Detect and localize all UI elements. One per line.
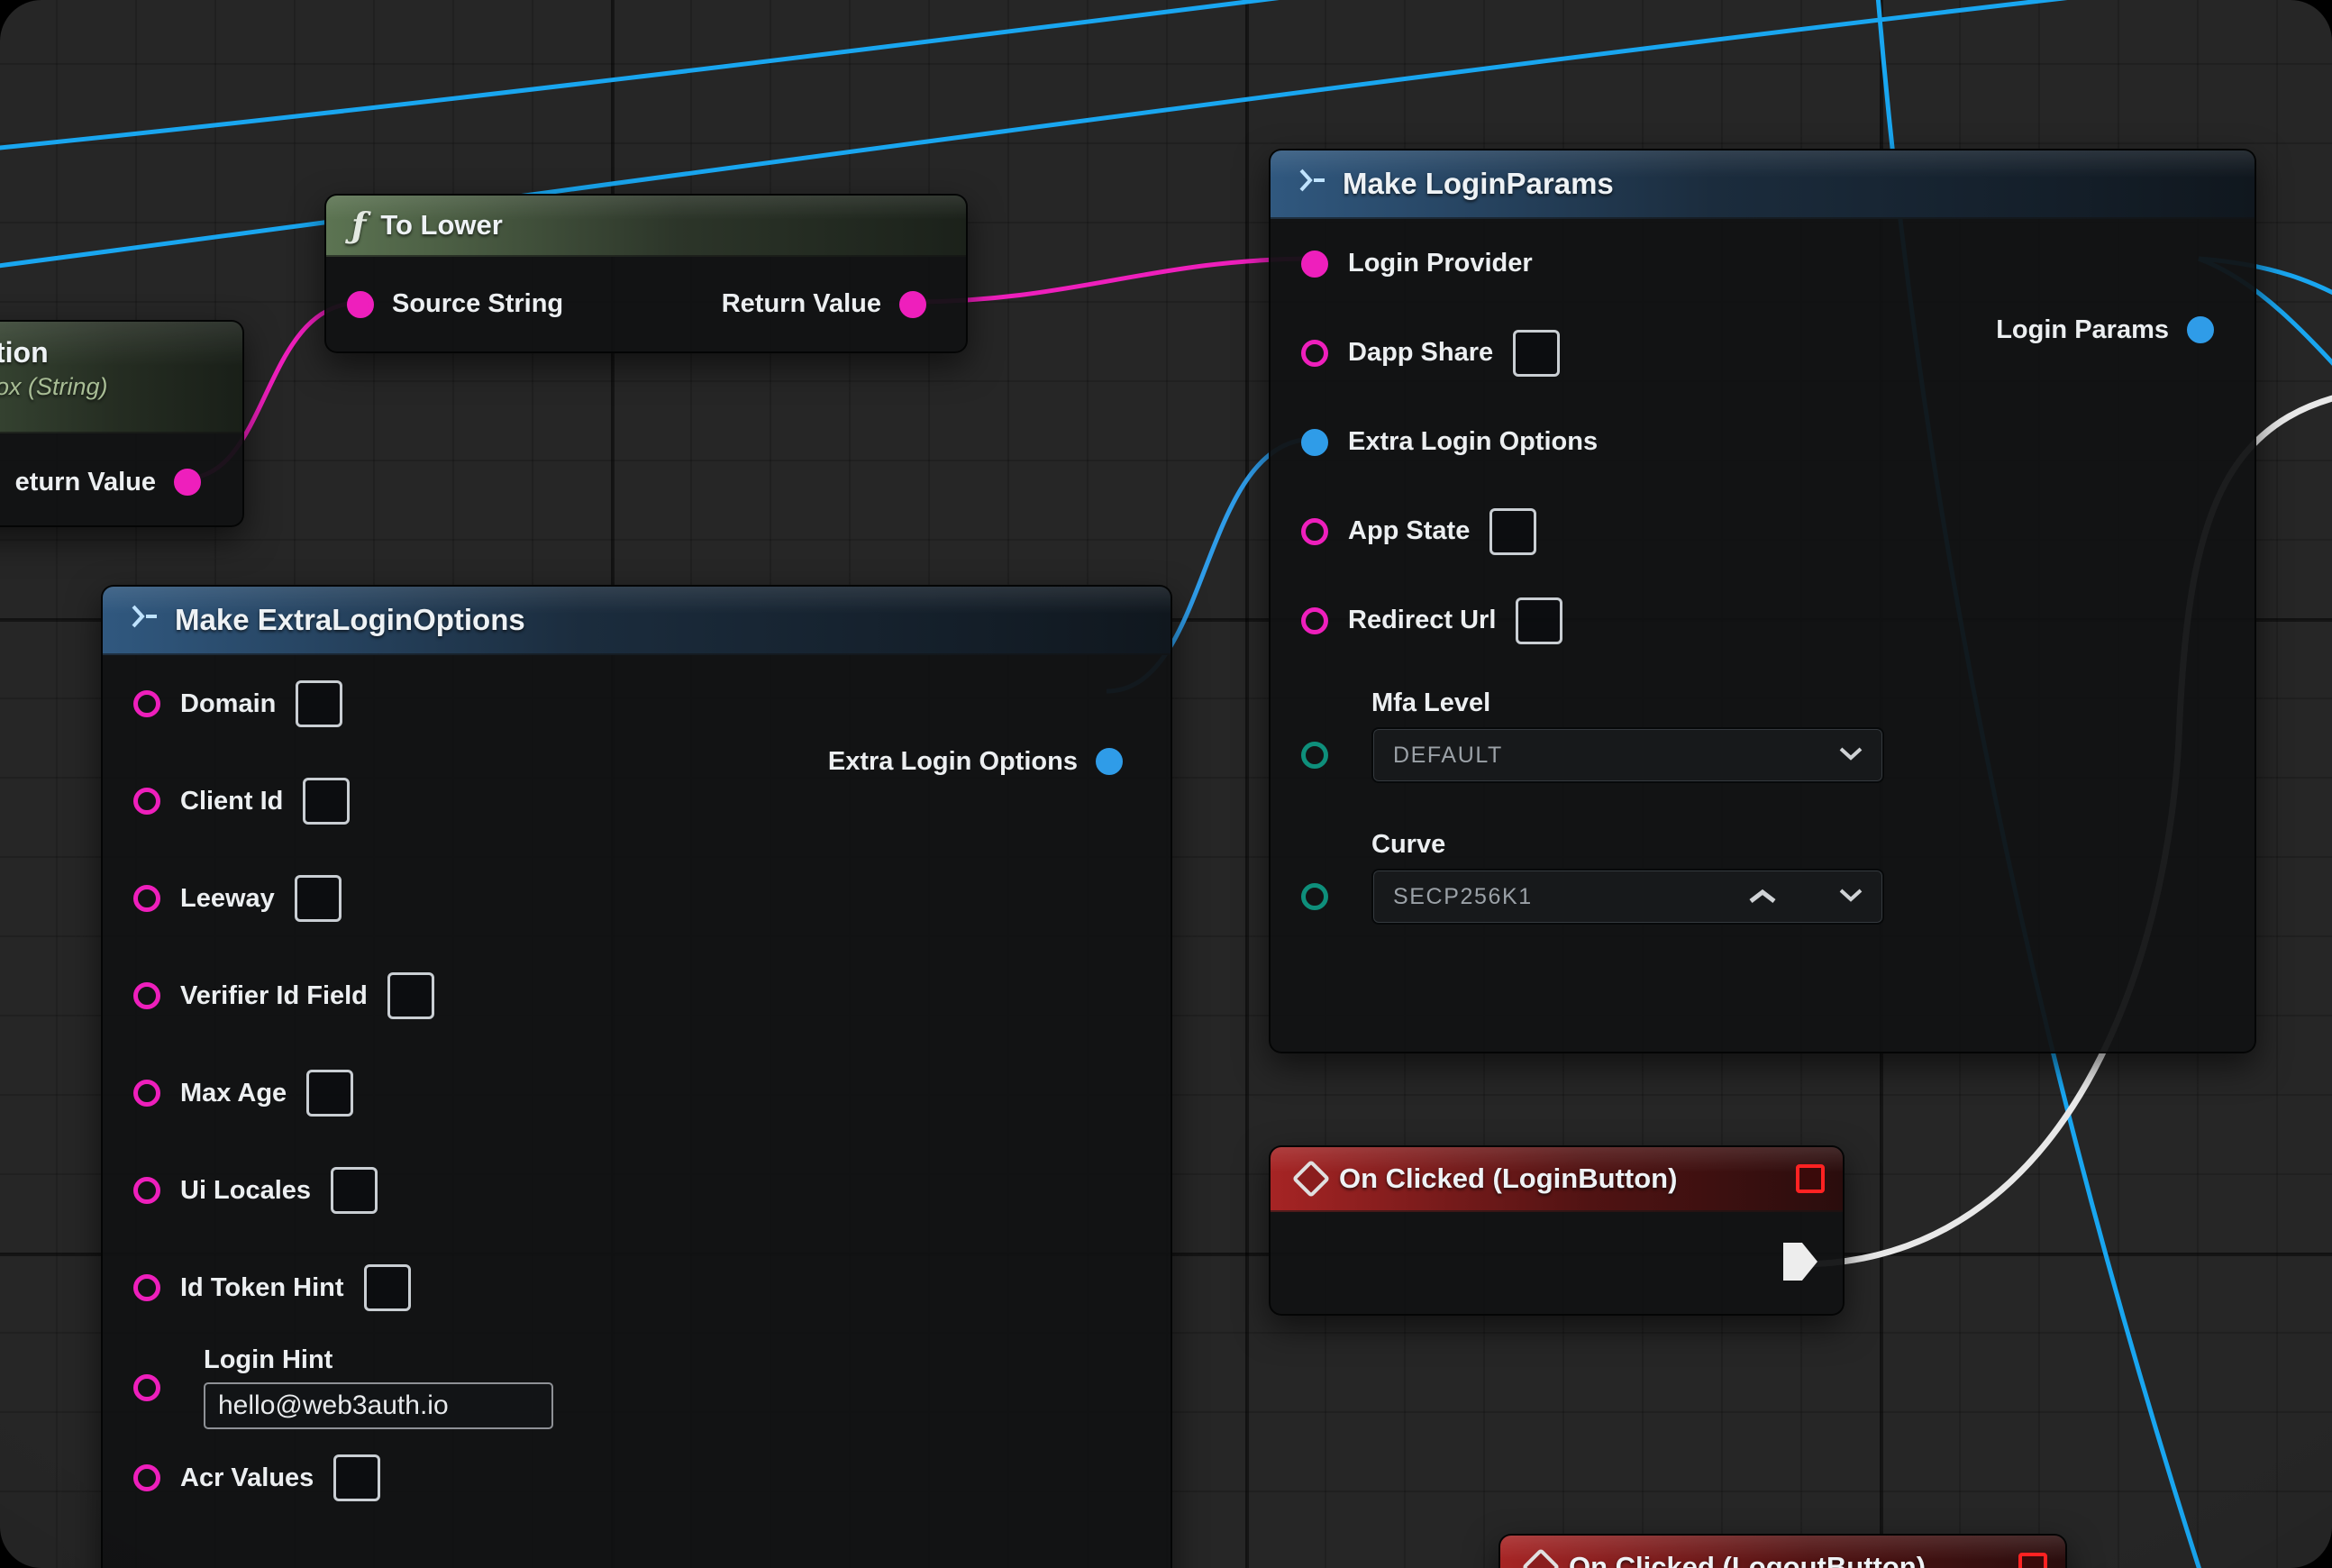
verifier-id-field-checkbox[interactable] <box>387 972 434 1019</box>
app-state-pin[interactable] <box>1301 518 1328 545</box>
pin-row: Login Provider <box>1271 219 2255 308</box>
login-provider-pin[interactable] <box>1301 251 1328 278</box>
delegate-pin[interactable] <box>1796 1164 1825 1193</box>
curve-dropdown[interactable]: SECP256K1 <box>1371 869 1884 925</box>
extra-login-options-pin[interactable] <box>1301 429 1328 456</box>
node-get-text-partial[interactable]: tion ox (String) eturn Value <box>0 320 244 527</box>
pin-row: Extra Login Options <box>1271 397 2255 487</box>
pin-row: Login Hint <box>103 1345 1171 1429</box>
function-icon: ƒ <box>351 208 366 242</box>
pin-row: Mfa Level DEFAULT <box>1271 688 2255 783</box>
id-token-hint-pin[interactable] <box>133 1274 160 1301</box>
pin-row: Curve SECP256K1 <box>1271 830 2255 925</box>
redirect-url-checkbox[interactable] <box>1516 597 1562 644</box>
event-diamond-icon <box>1522 1548 1560 1568</box>
pin-label: eturn Value <box>15 468 156 497</box>
dapp-share-checkbox[interactable] <box>1513 330 1560 377</box>
node-to-lower[interactable]: ƒ To Lower Source String Return Value <box>324 194 968 353</box>
node-make-login-params[interactable]: Make LoginParams Login Params Login Prov… <box>1269 149 2256 1053</box>
ui-locales-pin[interactable] <box>133 1177 160 1204</box>
id-token-hint-checkbox[interactable] <box>364 1264 411 1311</box>
wire-tolower-to-login-provider <box>912 259 1315 302</box>
verifier-id-field-pin[interactable] <box>133 982 160 1009</box>
acr-values-pin[interactable] <box>133 1464 160 1491</box>
pin-row: Redirect Url <box>1271 576 2255 665</box>
node-on-clicked-logout-button[interactable]: On Clicked (LogoutButton) <box>1498 1534 2067 1568</box>
max-age-pin[interactable] <box>133 1080 160 1107</box>
mfa-level-pin[interactable] <box>1301 742 1328 769</box>
login-hint-pin[interactable] <box>133 1374 160 1401</box>
return-value-pin[interactable] <box>899 291 926 318</box>
mfa-level-dropdown[interactable]: DEFAULT <box>1371 727 1884 783</box>
node-title: Make ExtraLoginOptions <box>175 603 525 637</box>
pin-row: App State <box>1271 487 2255 576</box>
blueprint-graph-canvas[interactable]: tion ox (String) eturn Value ƒ To Lower … <box>0 0 2332 1568</box>
node-make-extra-login-options[interactable]: Make ExtraLoginOptions Extra Login Optio… <box>101 585 1172 1568</box>
node-title: On Clicked (LogoutButton) <box>1569 1551 1926 1568</box>
domain-checkbox[interactable] <box>296 680 342 727</box>
source-string-pin[interactable] <box>347 291 374 318</box>
curve-pin[interactable] <box>1301 883 1328 910</box>
pin-label: Source String <box>392 289 563 319</box>
leeway-pin[interactable] <box>133 885 160 912</box>
chevron-down-icon <box>1839 746 1863 765</box>
exec-out-pin[interactable] <box>1783 1243 1817 1281</box>
app-state-checkbox[interactable] <box>1489 508 1536 555</box>
leeway-checkbox[interactable] <box>295 875 342 922</box>
node-title: Make LoginParams <box>1343 167 1614 201</box>
make-struct-icon <box>130 603 160 637</box>
return-value-pin[interactable] <box>174 469 201 496</box>
pin-row: Leeway <box>103 850 1171 947</box>
dapp-share-pin[interactable] <box>1301 340 1328 367</box>
pin-row: Id Token Hint <box>103 1239 1171 1336</box>
pin-row: Max Age <box>103 1044 1171 1142</box>
pin-label: Return Value <box>722 289 881 319</box>
pin-label: Login Params <box>1996 315 2169 345</box>
make-struct-icon <box>1298 167 1328 201</box>
pin-label: Extra Login Options <box>828 747 1078 777</box>
extra-login-options-out-pin[interactable] <box>1096 748 1123 775</box>
pin-row: Ui Locales <box>103 1142 1171 1239</box>
node-title: tion <box>0 336 242 369</box>
pin-row: Domain <box>103 655 1171 752</box>
delegate-pin[interactable] <box>2018 1553 2047 1568</box>
node-on-clicked-login-button[interactable]: On Clicked (LoginButton) <box>1269 1145 1845 1316</box>
node-title: To Lower <box>380 209 502 242</box>
node-title: On Clicked (LoginButton) <box>1339 1162 1677 1195</box>
chevron-down-icon <box>1839 888 1863 907</box>
node-subtitle: ox (String) <box>0 373 242 401</box>
client-id-pin[interactable] <box>133 788 160 815</box>
event-diamond-icon <box>1292 1160 1330 1198</box>
login-params-out-pin[interactable] <box>2187 316 2214 343</box>
collapse-node-button[interactable] <box>1747 888 1778 910</box>
pin-row: Acr Values <box>103 1429 1171 1527</box>
domain-pin[interactable] <box>133 690 160 717</box>
login-hint-input[interactable] <box>204 1382 553 1429</box>
client-id-checkbox[interactable] <box>303 778 350 825</box>
wire-cyan-top-b <box>0 0 1766 151</box>
ui-locales-checkbox[interactable] <box>331 1167 378 1214</box>
acr-values-checkbox[interactable] <box>333 1454 380 1501</box>
pin-row: Verifier Id Field <box>103 947 1171 1044</box>
max-age-checkbox[interactable] <box>306 1070 353 1117</box>
redirect-url-pin[interactable] <box>1301 607 1328 634</box>
